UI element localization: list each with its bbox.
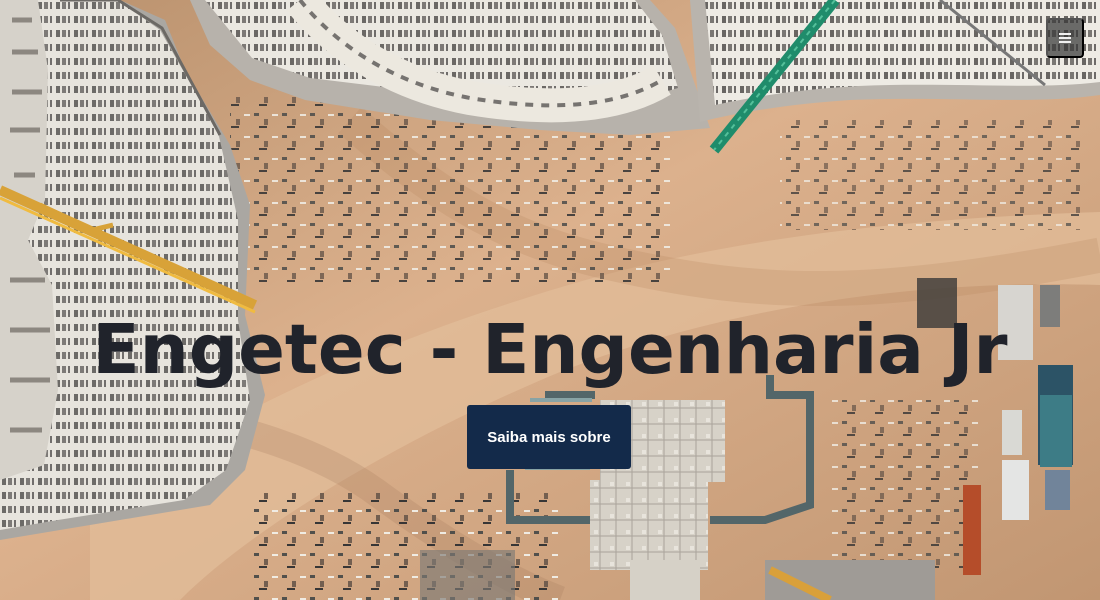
construction-site-aerial-image	[0, 0, 1100, 600]
hamburger-menu-icon	[1059, 33, 1071, 43]
learn-more-button[interactable]: Saiba mais sobre	[467, 405, 631, 469]
page-title: Engetec - Engenharia Jr	[92, 310, 1008, 390]
hero-section: Engetec - Engenharia Jr Saiba mais sobre	[0, 0, 1100, 600]
menu-button[interactable]	[1046, 18, 1084, 58]
